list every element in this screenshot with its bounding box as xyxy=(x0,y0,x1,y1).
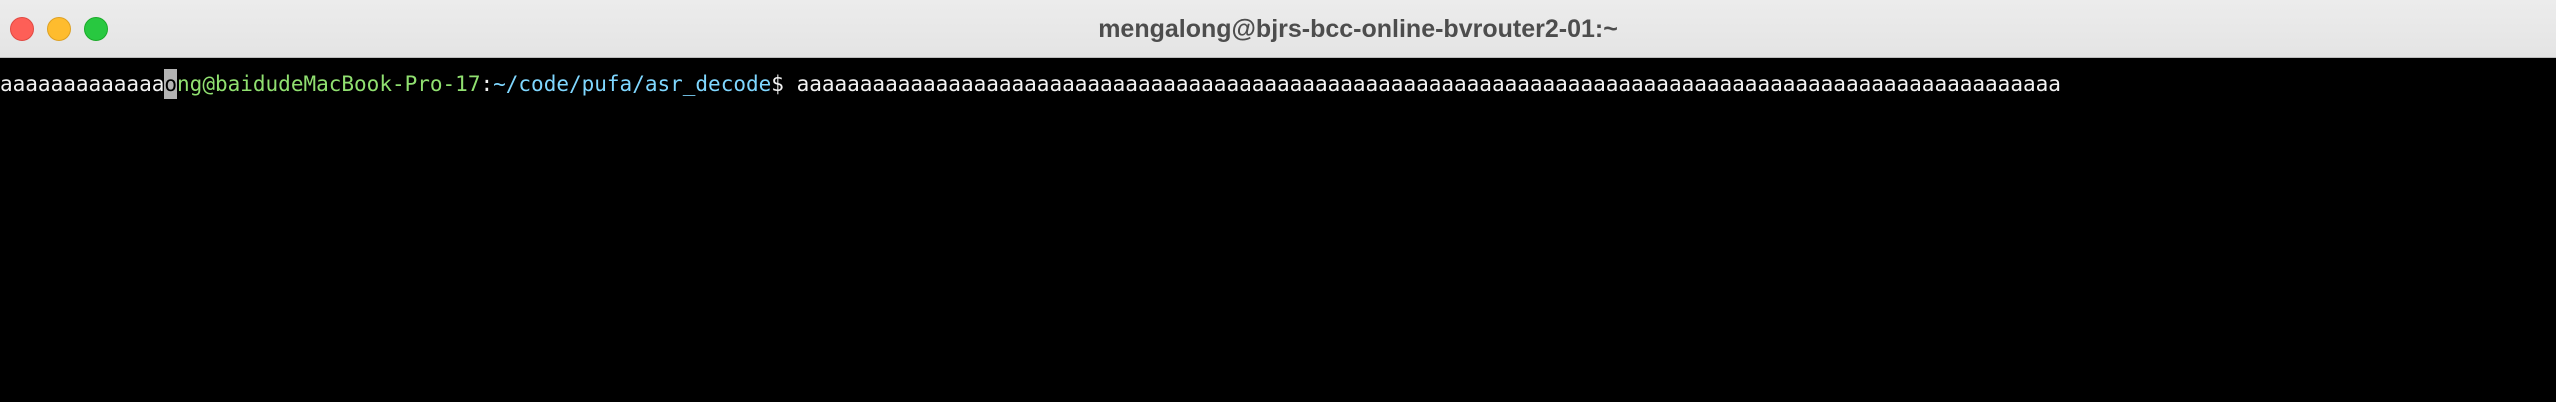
terminal-window: mengalong@bjrs-bcc-online-bvrouter2-01:~… xyxy=(0,0,2556,402)
prompt-symbol: $ xyxy=(771,72,797,96)
terminal-line: aaaaaaaaaaaaaong@baidudeMacBook-Pro-17:~… xyxy=(0,69,2061,99)
command-text: aaaaaaaaaaaaaaaaaaaaaaaaaaaaaaaaaaaaaaaa… xyxy=(796,72,2061,96)
prompt-separator: : xyxy=(480,72,494,96)
user-host: ng@baidudeMacBook-Pro-17 xyxy=(177,72,481,96)
input-prefix: aaaaaaaaaaaaa xyxy=(0,72,165,96)
text-cursor: o xyxy=(164,69,178,99)
window-title: mengalong@bjrs-bcc-online-bvrouter2-01:~ xyxy=(1098,15,1618,43)
title-bar[interactable]: mengalong@bjrs-bcc-online-bvrouter2-01:~ xyxy=(0,0,2556,58)
terminal-content[interactable]: aaaaaaaaaaaaaong@baidudeMacBook-Pro-17:~… xyxy=(0,59,2556,402)
working-directory: ~/code/pufa/asr_decode xyxy=(493,72,772,96)
